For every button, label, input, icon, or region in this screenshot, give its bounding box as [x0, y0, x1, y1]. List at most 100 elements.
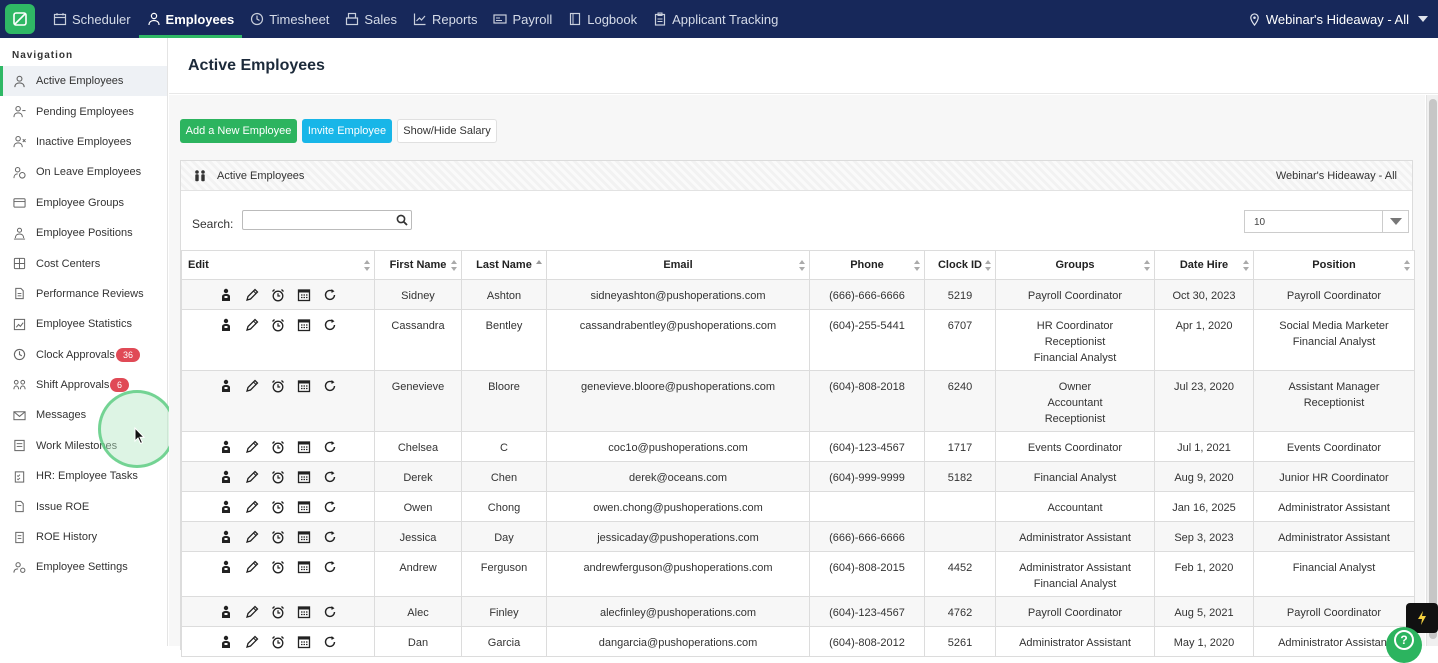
employee-profile-icon[interactable]	[219, 500, 233, 514]
nav-item-timesheet[interactable]: Timesheet	[242, 0, 337, 38]
sidebar-item-cost-centers[interactable]: Cost Centers	[0, 248, 167, 278]
employee-profile-icon[interactable]	[219, 379, 233, 393]
nav-item-sales[interactable]: Sales	[337, 0, 405, 38]
app-logo[interactable]	[5, 4, 35, 34]
alarm-clock-icon[interactable]	[271, 635, 285, 649]
dropdown-arrow-icon[interactable]	[1382, 211, 1408, 232]
refresh-icon[interactable]	[323, 288, 337, 302]
calendar-grid-icon[interactable]	[297, 605, 311, 619]
sidebar-item-issue-roe[interactable]: Issue ROE	[0, 491, 167, 521]
alarm-clock-icon[interactable]	[271, 470, 285, 484]
calendar-grid-icon[interactable]	[297, 318, 311, 332]
edit-pencil-icon[interactable]	[245, 635, 259, 649]
employee-profile-icon[interactable]	[219, 318, 233, 332]
refresh-icon[interactable]	[323, 530, 337, 544]
refresh-icon[interactable]	[323, 635, 337, 649]
nav-item-employees[interactable]: Employees	[138, 0, 243, 38]
table-row[interactable]: Alec Finley alecfinley@pushoperations.com(…	[181, 596, 1415, 627]
column-header-groups[interactable]: Groups	[995, 250, 1155, 280]
show-hide-salary-button[interactable]: Show/Hide Salary	[397, 119, 497, 143]
alarm-clock-icon[interactable]	[271, 605, 285, 619]
page-scrollbar[interactable]	[1426, 95, 1438, 646]
sidebar-item-employee-statistics[interactable]: Employee Statistics	[0, 309, 167, 339]
refresh-icon[interactable]	[323, 560, 337, 574]
table-row[interactable]: Genevieve Bloore genevieve.bloore@pushoper…	[181, 370, 1415, 432]
edit-pencil-icon[interactable]	[245, 530, 259, 544]
sidebar-item-pending-employees[interactable]: Pending Employees	[0, 96, 167, 126]
refresh-icon[interactable]	[323, 605, 337, 619]
nav-item-payroll[interactable]: Payroll	[485, 0, 560, 38]
sidebar-item-roe-history[interactable]: ROE History	[0, 522, 167, 552]
refresh-icon[interactable]	[323, 379, 337, 393]
sort-icon[interactable]	[1144, 260, 1150, 271]
sidebar-item-on-leave-employees[interactable]: On Leave Employees	[0, 157, 167, 187]
edit-pencil-icon[interactable]	[245, 379, 259, 393]
sort-icon[interactable]	[985, 260, 991, 271]
alarm-clock-icon[interactable]	[271, 440, 285, 454]
table-row[interactable]: Sidney Ashton sidneyashton@pushoperations.…	[181, 279, 1415, 310]
table-row[interactable]: Dan Garcia dangarcia@pushoperations.com (60…	[181, 626, 1415, 657]
calendar-grid-icon[interactable]	[297, 288, 311, 302]
alarm-clock-icon[interactable]	[271, 288, 285, 302]
alarm-clock-icon[interactable]	[271, 379, 285, 393]
sidebar-item-employee-positions[interactable]: Employee Positions	[0, 218, 167, 248]
alarm-clock-icon[interactable]	[271, 318, 285, 332]
table-row[interactable]: Owen Chong owen.chong@pushoperations.com Ac…	[181, 491, 1415, 522]
calendar-grid-icon[interactable]	[297, 500, 311, 514]
sort-icon[interactable]	[1243, 260, 1249, 271]
location-selector[interactable]: Webinar's Hideaway - All	[1248, 0, 1428, 38]
sort-icon[interactable]	[364, 260, 370, 271]
add-employee-button[interactable]: Add a New Employee	[180, 119, 297, 143]
sort-icon[interactable]	[1404, 260, 1410, 271]
search-icon[interactable]	[396, 214, 408, 226]
employee-profile-icon[interactable]	[219, 530, 233, 544]
column-header-last-name[interactable]: Last Name	[461, 250, 547, 280]
refresh-icon[interactable]	[323, 470, 337, 484]
employee-profile-icon[interactable]	[219, 440, 233, 454]
invite-employee-button[interactable]: Invite Employee	[302, 119, 392, 143]
edit-pencil-icon[interactable]	[245, 605, 259, 619]
column-header-phone[interactable]: Phone	[809, 250, 925, 280]
calendar-grid-icon[interactable]	[297, 560, 311, 574]
column-header-clock-id[interactable]: Clock ID	[924, 250, 996, 280]
edit-pencil-icon[interactable]	[245, 288, 259, 302]
scrollbar-thumb[interactable]	[1429, 99, 1437, 639]
nav-item-applicant-tracking[interactable]: Applicant Tracking	[645, 0, 786, 38]
nav-item-logbook[interactable]: Logbook	[560, 0, 645, 38]
table-row[interactable]: Derek Chen derek@oceans.com (604)-999-9999 5…	[181, 461, 1415, 492]
calendar-grid-icon[interactable]	[297, 635, 311, 649]
employee-profile-icon[interactable]	[219, 470, 233, 484]
nav-item-scheduler[interactable]: Scheduler	[45, 0, 139, 38]
edit-pencil-icon[interactable]	[245, 318, 259, 332]
employee-profile-icon[interactable]	[219, 288, 233, 302]
column-header-first-name[interactable]: First Name	[374, 250, 462, 280]
column-header-edit[interactable]: Edit	[181, 250, 375, 280]
calendar-grid-icon[interactable]	[297, 440, 311, 454]
employee-profile-icon[interactable]	[219, 560, 233, 574]
sort-ascending-icon[interactable]	[536, 260, 542, 271]
alarm-clock-icon[interactable]	[271, 500, 285, 514]
sidebar-item-inactive-employees[interactable]: Inactive Employees	[0, 127, 167, 157]
nav-item-reports[interactable]: Reports	[405, 0, 486, 38]
search-input[interactable]	[242, 210, 412, 230]
edit-pencil-icon[interactable]	[245, 470, 259, 484]
sort-icon[interactable]	[799, 260, 805, 271]
calendar-grid-icon[interactable]	[297, 530, 311, 544]
sidebar-item-employee-settings[interactable]: Employee Settings	[0, 552, 167, 582]
table-row[interactable]: Jessica Day jessicaday@pushoperations.com(…	[181, 521, 1415, 552]
employee-profile-icon[interactable]	[219, 635, 233, 649]
table-row[interactable]: Cassandra Bentley cassandrabentley@pushope…	[181, 309, 1415, 371]
sidebar-item-clock-approvals[interactable]: Clock Approvals 36	[0, 340, 167, 370]
sort-icon[interactable]	[914, 260, 920, 271]
sort-icon[interactable]	[451, 260, 457, 271]
refresh-icon[interactable]	[323, 500, 337, 514]
alarm-clock-icon[interactable]	[271, 530, 285, 544]
page-size-select[interactable]: 10	[1244, 210, 1409, 233]
edit-pencil-icon[interactable]	[245, 440, 259, 454]
calendar-grid-icon[interactable]	[297, 470, 311, 484]
column-header-email[interactable]: Email	[546, 250, 810, 280]
column-header-date-hire[interactable]: Date Hire	[1154, 250, 1254, 280]
column-header-position[interactable]: Position	[1253, 250, 1415, 280]
employee-profile-icon[interactable]	[219, 605, 233, 619]
edit-pencil-icon[interactable]	[245, 560, 259, 574]
